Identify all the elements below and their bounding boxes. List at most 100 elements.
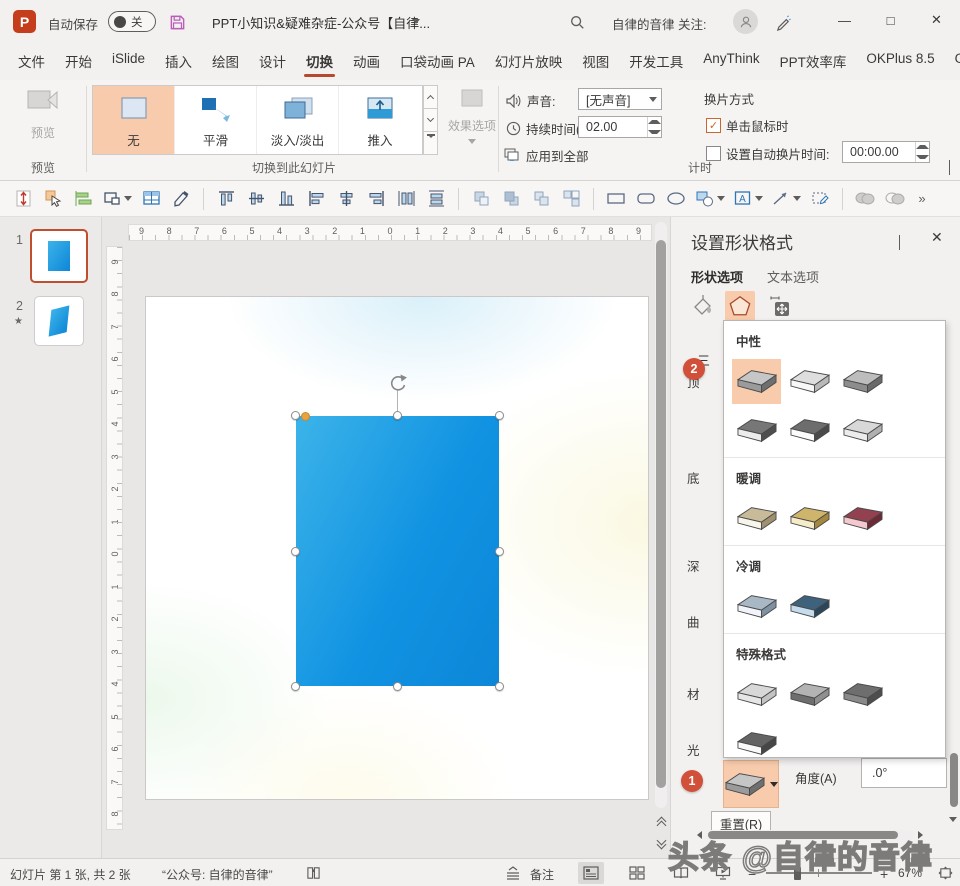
slideshow-icon[interactable] <box>710 862 736 884</box>
send-backward-icon[interactable] <box>498 186 524 212</box>
pen-tools-icon[interactable] <box>772 11 794 33</box>
material-current-button[interactable] <box>723 760 779 808</box>
material-swatch-1-1[interactable] <box>785 496 834 541</box>
material-swatch-2-1[interactable] <box>785 584 834 629</box>
ribbon-tab-9[interactable]: 幻灯片放映 <box>485 43 573 80</box>
format-painter-icon[interactable] <box>168 186 194 212</box>
zoom-slider-thumb[interactable] <box>794 867 801 880</box>
checkbox-checked-icon[interactable]: ✓ <box>706 118 721 133</box>
gallery-scroll-down[interactable] <box>423 109 438 132</box>
rounded-rectangle-shape-icon[interactable] <box>633 186 659 212</box>
distribute-vertical-icon[interactable] <box>423 186 449 212</box>
material-swatch-0-0[interactable] <box>732 359 781 404</box>
transition-none[interactable]: 无 <box>93 86 175 154</box>
panel-collapse-icon[interactable] <box>899 235 900 250</box>
select-objects-icon[interactable] <box>40 186 66 212</box>
line-shape-icon[interactable] <box>769 186 803 212</box>
ribbon-tab-7[interactable]: 动画 <box>343 43 390 80</box>
ribbon-tab-11[interactable]: 开发工具 <box>619 43 693 80</box>
smart-align-icon[interactable] <box>70 186 96 212</box>
resize-handle-ne[interactable] <box>495 411 504 420</box>
ungroup-icon[interactable] <box>558 186 584 212</box>
panel-horizontal-scrollbar[interactable] <box>697 829 923 841</box>
collapse-ribbon-icon[interactable] <box>949 160 950 175</box>
rectangle-shape-icon[interactable] <box>603 186 629 212</box>
fill-line-icon[interactable] <box>687 291 717 321</box>
accessibility-icon[interactable] <box>300 862 326 884</box>
transition-fade[interactable]: 淡入/淡出 <box>257 86 339 154</box>
notes-button[interactable]: 备注 <box>530 866 554 883</box>
save-icon[interactable] <box>166 11 188 33</box>
notes-icon[interactable] <box>500 862 526 884</box>
transition-push[interactable]: 推入 <box>339 86 421 154</box>
slide-1-thumbnail[interactable] <box>30 229 88 283</box>
adjust-handle-icon[interactable] <box>301 412 310 421</box>
ribbon-tab-3[interactable]: 插入 <box>155 43 202 80</box>
search-icon[interactable] <box>566 11 588 33</box>
panel-scroll-down-icon[interactable] <box>949 817 957 822</box>
zoom-percentage[interactable]: 67% <box>898 866 922 880</box>
duration-spinner[interactable]: 02.00 <box>578 116 662 138</box>
canvas-scrollbar[interactable] <box>655 222 667 808</box>
material-swatch-3-2[interactable] <box>838 672 887 717</box>
selected-blue-rectangle[interactable] <box>291 374 504 691</box>
ellipse-shape-icon[interactable] <box>663 186 689 212</box>
align-left-icon[interactable] <box>303 186 329 212</box>
sound-select[interactable]: [无声音] <box>578 88 662 110</box>
rotate-handle-icon[interactable] <box>387 372 409 394</box>
material-swatch-2-0[interactable] <box>732 584 781 629</box>
bring-forward-icon[interactable] <box>468 186 494 212</box>
scrollbar-thumb[interactable] <box>656 240 666 788</box>
account-info[interactable]: 自律的音律 关注: <box>612 14 706 33</box>
material-swatch-0-5[interactable] <box>838 408 887 453</box>
resize-handle-n[interactable] <box>393 411 402 420</box>
material-swatch-3-1[interactable] <box>785 672 834 717</box>
ribbon-tab-15[interactable]: OK10 GC <box>945 43 960 80</box>
gallery-scroll-up[interactable] <box>423 85 438 109</box>
align-right-icon[interactable] <box>363 186 389 212</box>
textbox-icon[interactable]: A <box>731 186 765 212</box>
ribbon-tab-4[interactable]: 绘图 <box>202 43 249 80</box>
slide-2-thumbnail[interactable] <box>34 296 84 346</box>
close-button[interactable]: ✕ <box>914 0 959 40</box>
ribbon-tab-13[interactable]: PPT效率库 <box>770 43 857 80</box>
material-swatch-0-2[interactable] <box>838 359 887 404</box>
align-middle-icon[interactable] <box>243 186 269 212</box>
snap-settings-icon[interactable] <box>100 186 134 212</box>
slide-page[interactable] <box>145 296 649 800</box>
normal-view-icon[interactable] <box>578 862 604 884</box>
size-properties-icon[interactable] <box>765 291 795 321</box>
resize-handle-s[interactable] <box>393 682 402 691</box>
distribute-horizontal-icon[interactable] <box>393 186 419 212</box>
toolbar-overflow-button[interactable]: » <box>912 191 932 206</box>
effects-icon[interactable] <box>725 291 755 321</box>
ribbon-tab-12[interactable]: AnyThink <box>693 43 769 80</box>
material-swatch-1-2[interactable] <box>838 496 887 541</box>
scroll-right-icon[interactable] <box>918 831 923 839</box>
hscroll-thumb[interactable] <box>708 831 898 839</box>
zoom-out-button[interactable]: − <box>748 866 756 882</box>
ribbon-tab-5[interactable]: 设计 <box>249 43 296 80</box>
zoom-in-button[interactable]: + <box>880 866 888 882</box>
ribbon-tab-2[interactable]: iSlide <box>102 43 155 80</box>
slide-sorter-icon[interactable] <box>624 862 650 884</box>
document-title[interactable]: PPT小知识&疑难杂症-公众号【自律... <box>212 13 430 32</box>
previous-slide-button[interactable] <box>653 813 669 831</box>
angle-field[interactable]: .0° <box>861 758 947 788</box>
material-swatch-0-4[interactable] <box>785 408 834 453</box>
tab-shape-options[interactable]: 形状选项 <box>691 267 743 286</box>
next-slide-button[interactable] <box>653 835 669 853</box>
edit-shape-icon[interactable] <box>807 186 833 212</box>
table-icon[interactable] <box>138 186 164 212</box>
resize-handle-nw[interactable] <box>291 411 300 420</box>
fit-to-window-icon[interactable] <box>932 862 958 884</box>
material-swatch-0-1[interactable] <box>785 359 834 404</box>
scroll-left-icon[interactable] <box>697 831 702 839</box>
gallery-more-button[interactable] <box>423 132 438 155</box>
zoom-slider-track[interactable] <box>766 872 872 874</box>
material-swatch-3-3[interactable] <box>732 721 781 757</box>
panel-scrollbar-thumb[interactable] <box>950 753 958 807</box>
material-swatch-0-3[interactable] <box>732 408 781 453</box>
resize-handle-w[interactable] <box>291 546 300 556</box>
avatar[interactable] <box>733 9 758 34</box>
